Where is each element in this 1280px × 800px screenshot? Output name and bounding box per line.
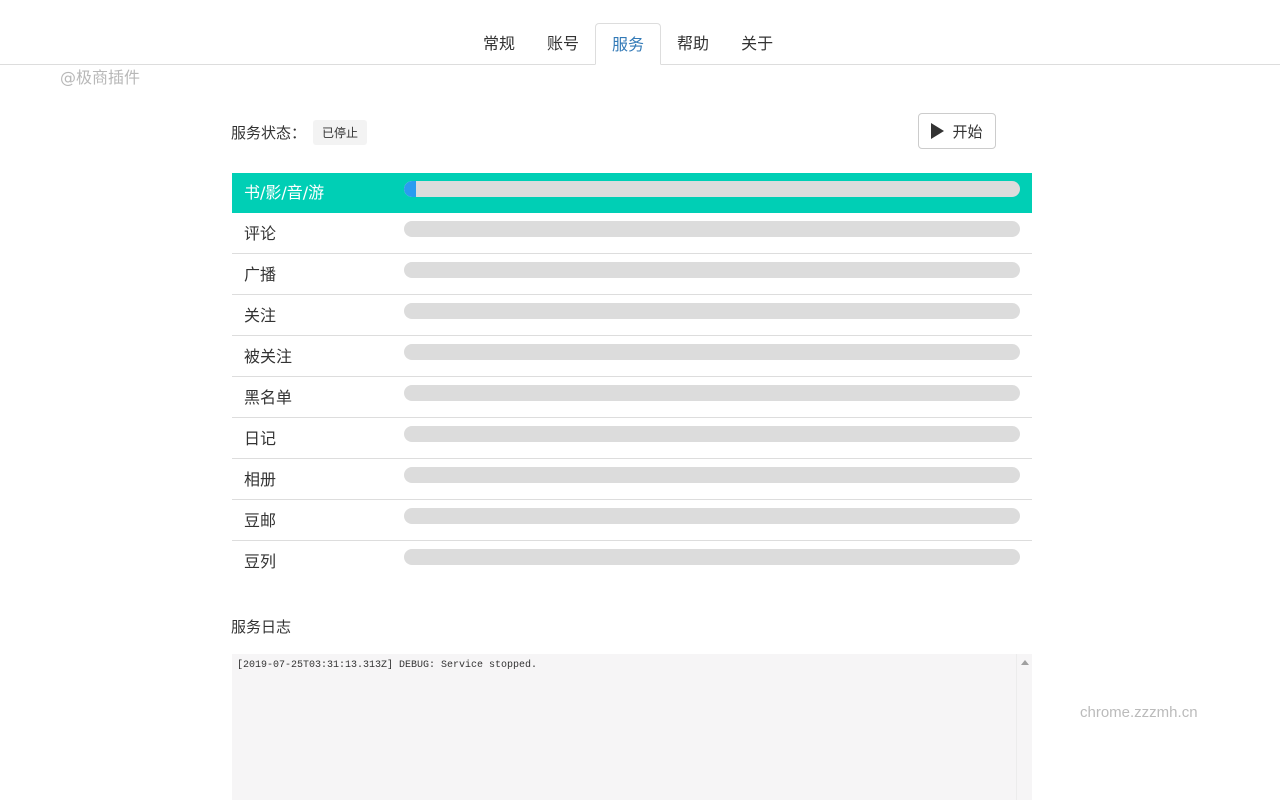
service-name: 黑名单 (244, 388, 293, 407)
service-name: 书/影/音/游 (244, 183, 325, 202)
service-name: 被关注 (244, 347, 293, 366)
log-title: 服务日志 (231, 618, 292, 636)
watermark-bottom: chrome.zzzmh.cn (1080, 704, 1198, 721)
service-name: 日记 (244, 429, 277, 448)
tab-about[interactable]: 关于 (725, 23, 789, 64)
tab-help[interactable]: 帮助 (661, 23, 725, 64)
progress-bar (404, 426, 1020, 442)
progress-fill (404, 181, 417, 197)
service-name: 广播 (244, 265, 277, 284)
start-button-label: 开始 (952, 122, 983, 141)
progress-bar (404, 303, 1020, 319)
progress-bar (404, 181, 1020, 197)
start-button[interactable]: 开始 (918, 113, 996, 149)
log-line: [2019-07-25T03:31:13.313Z] DEBUG: Servic… (237, 660, 538, 671)
service-status-label: 服务状态： (231, 124, 307, 142)
scroll-up-arrow-icon[interactable] (1021, 660, 1029, 665)
service-name: 豆邮 (244, 511, 277, 530)
tab-service[interactable]: 服务 (595, 23, 662, 65)
top-tab-bar: 常规 账号 服务 帮助 关于 (0, 0, 1280, 65)
service-name: 相册 (244, 470, 277, 489)
service-status: 服务状态： 已停止 (231, 120, 368, 145)
tab-account[interactable]: 账号 (531, 23, 595, 64)
tab-list: 常规 账号 服务 帮助 关于 (467, 23, 789, 65)
service-row-album[interactable]: 相册 (232, 459, 1032, 500)
status-badge: 已停止 (313, 120, 368, 145)
service-row-reviews[interactable]: 评论 (232, 213, 1032, 254)
service-row-blacklist[interactable]: 黑名单 (232, 377, 1032, 418)
log-scrollbar[interactable] (1016, 654, 1032, 800)
service-name: 关注 (244, 306, 277, 325)
service-name: 评论 (244, 224, 277, 243)
log-output[interactable]: [2019-07-25T03:31:13.313Z] DEBUG: Servic… (232, 654, 1032, 800)
play-icon (931, 123, 945, 139)
tab-general[interactable]: 常规 (467, 23, 531, 64)
service-row-books-movies-music-games[interactable]: 书/影/音/游 (232, 173, 1032, 213)
service-row-followers[interactable]: 被关注 (232, 336, 1032, 377)
service-row-broadcast[interactable]: 广播 (232, 254, 1032, 295)
progress-bar (404, 467, 1020, 483)
service-row-following[interactable]: 关注 (232, 295, 1032, 336)
progress-bar (404, 221, 1020, 237)
progress-bar (404, 549, 1020, 565)
progress-bar (404, 385, 1020, 401)
progress-bar (404, 344, 1020, 360)
service-list: 书/影/音/游 评论 广播 关注 被关注 黑名单 日记 相册 豆邮 豆列 (232, 173, 1032, 582)
progress-bar (404, 508, 1020, 524)
watermark-top: @极商插件 (60, 68, 141, 87)
service-row-doulist[interactable]: 豆列 (232, 541, 1032, 582)
service-name: 豆列 (244, 552, 277, 571)
service-row-doumail[interactable]: 豆邮 (232, 500, 1032, 541)
progress-bar (404, 262, 1020, 278)
service-row-diary[interactable]: 日记 (232, 418, 1032, 459)
